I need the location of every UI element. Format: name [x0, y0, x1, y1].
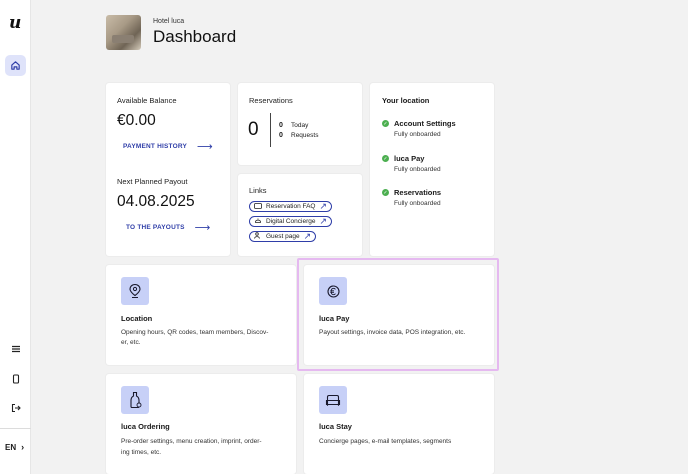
sidebar-divider [0, 428, 31, 429]
luca-ordering-tile[interactable]: luca Ordering Pre-order settings, menu c… [106, 374, 296, 474]
reservation-faq-link[interactable]: Reservation FAQ ↗ [249, 201, 333, 212]
guest-page-link[interactable]: Guest page ↗ [249, 231, 317, 242]
reservations-card[interactable]: Reservations 0 0 Today 0 Requests [238, 83, 362, 165]
tile-description-line2: er, etc. [121, 339, 141, 346]
reservations-status[interactable]: ✓ Reservations Fully onboarded [382, 188, 441, 207]
hotel-name: Hotel luca [153, 18, 185, 25]
your-location-card: Your location ✓ Account Settings Fully o… [370, 83, 494, 256]
reservation-faq-label: Reservation FAQ [266, 203, 316, 210]
requests-count: 0 [279, 131, 283, 139]
sidebar: u EN › [0, 0, 31, 474]
links-card: Links Reservation FAQ ↗ Digital Concierg… [238, 174, 362, 256]
available-balance-label: Available Balance [117, 96, 177, 105]
status-item-sub: Fully onboarded [394, 200, 441, 207]
luca-pay-status[interactable]: ✓ luca Pay Fully onboarded [382, 154, 441, 173]
payouts-link[interactable]: TO THE PAYOUTS ⟶ [126, 221, 211, 234]
reservations-divider [270, 113, 271, 147]
tile-description-line1: Concierge pages, e-mail templates, segme… [319, 438, 452, 445]
external-link-icon: ↗ [303, 231, 312, 241]
tile-title: luca Ordering [121, 422, 170, 431]
status-item-title: Account Settings [394, 119, 456, 128]
arrow-right-icon: ⟶ [194, 222, 211, 234]
language-label: EN [5, 442, 17, 452]
chevron-right-icon: › [21, 442, 25, 452]
check-icon: ✓ [382, 120, 389, 127]
logout-icon[interactable] [5, 397, 26, 418]
home-icon[interactable] [5, 55, 26, 76]
links-title: Links [249, 186, 267, 195]
reservations-title: Reservations [249, 96, 293, 105]
tile-title: luca Stay [319, 422, 352, 431]
guests-icon [254, 232, 262, 241]
bottle-icon [121, 386, 149, 414]
payment-history-label: PAYMENT HISTORY [123, 143, 188, 150]
available-balance-value: €0.00 [117, 112, 156, 129]
bed-icon [319, 386, 347, 414]
map-pin-icon [121, 277, 149, 305]
status-item-sub: Fully onboarded [394, 166, 441, 173]
today-label: Today [291, 121, 309, 129]
digital-concierge-link[interactable]: Digital Concierge ↗ [249, 216, 333, 227]
location-tile[interactable]: Location Opening hours, QR codes, team m… [106, 265, 296, 365]
focus-highlight [297, 258, 499, 371]
external-link-icon: ↗ [319, 201, 328, 211]
page-title: Dashboard [153, 27, 237, 46]
arrow-right-icon: ⟶ [197, 141, 214, 153]
requests-label: Requests [291, 131, 319, 139]
tile-title: Location [121, 314, 153, 323]
check-icon: ✓ [382, 189, 389, 196]
language-switcher[interactable]: EN › [5, 442, 24, 452]
ticket-icon [254, 202, 262, 211]
hotel-image [106, 15, 141, 50]
status-item-title: Reservations [394, 188, 442, 197]
page-header: Hotel luca Dashboard [106, 15, 236, 50]
digital-concierge-label: Digital Concierge [266, 218, 316, 225]
luca-stay-tile[interactable]: luca Stay Concierge pages, e-mail templa… [304, 374, 494, 474]
tile-description-line1: Opening hours, QR codes, team members, D… [121, 329, 269, 336]
mobile-device-icon[interactable] [5, 368, 26, 389]
concierge-bell-icon [254, 217, 262, 226]
reservations-total: 0 [248, 119, 259, 140]
status-item-title: luca Pay [394, 154, 425, 163]
payouts-link-label: TO THE PAYOUTS [126, 224, 185, 231]
menu-icon[interactable] [5, 338, 26, 359]
balance-card: Available Balance €0.00 PAYMENT HISTORY … [106, 83, 230, 256]
next-payout-label: Next Planned Payout [117, 177, 188, 186]
check-icon: ✓ [382, 155, 389, 162]
account-settings-status[interactable]: ✓ Account Settings Fully onboarded [382, 119, 456, 138]
reservations-summary: 0 0 Today 0 Requests [248, 113, 318, 147]
tile-description-line1: Pre-order settings, menu creation, impri… [121, 438, 262, 445]
today-count: 0 [279, 121, 283, 129]
payment-history-link[interactable]: PAYMENT HISTORY ⟶ [123, 140, 213, 153]
guest-page-label: Guest page [266, 233, 300, 240]
external-link-icon: ↗ [319, 216, 328, 226]
luca-logo[interactable]: u [9, 13, 21, 33]
tile-description-line2: ing times, etc. [121, 449, 162, 456]
next-payout-date: 04.08.2025 [117, 193, 195, 210]
your-location-title: Your location [382, 96, 430, 105]
status-item-sub: Fully onboarded [394, 131, 441, 138]
